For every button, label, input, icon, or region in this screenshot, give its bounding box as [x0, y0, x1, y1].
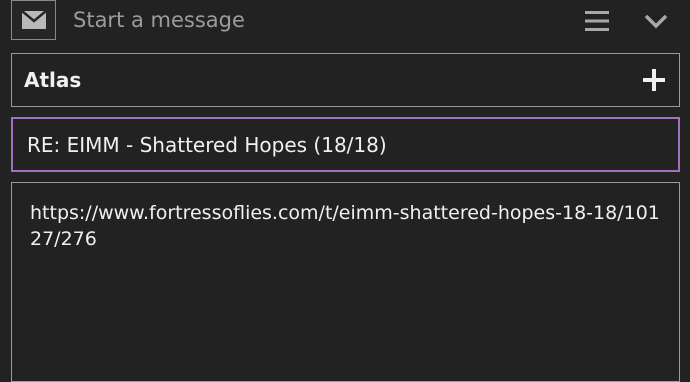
message-body-text: https://www.fortressoflies.com/t/eimm-sh…	[30, 202, 660, 250]
message-type-button[interactable]	[11, 0, 56, 40]
subject-text: RE: EIMM - Shattered Hopes (18/18)	[27, 133, 387, 157]
message-body-input[interactable]: https://www.fortressoflies.com/t/eimm-sh…	[11, 182, 680, 382]
hamburger-menu-icon[interactable]	[585, 11, 609, 31]
chevron-down-icon[interactable]	[643, 10, 669, 32]
recipient-name: Atlas	[24, 68, 82, 92]
subject-input[interactable]: RE: EIMM - Shattered Hopes (18/18)	[11, 117, 680, 172]
plus-icon[interactable]	[643, 69, 665, 91]
envelope-icon	[21, 11, 46, 29]
composer-header: Start a message	[0, 0, 690, 44]
composer-title: Start a message	[73, 8, 245, 32]
recipient-field[interactable]: Atlas	[11, 53, 680, 107]
